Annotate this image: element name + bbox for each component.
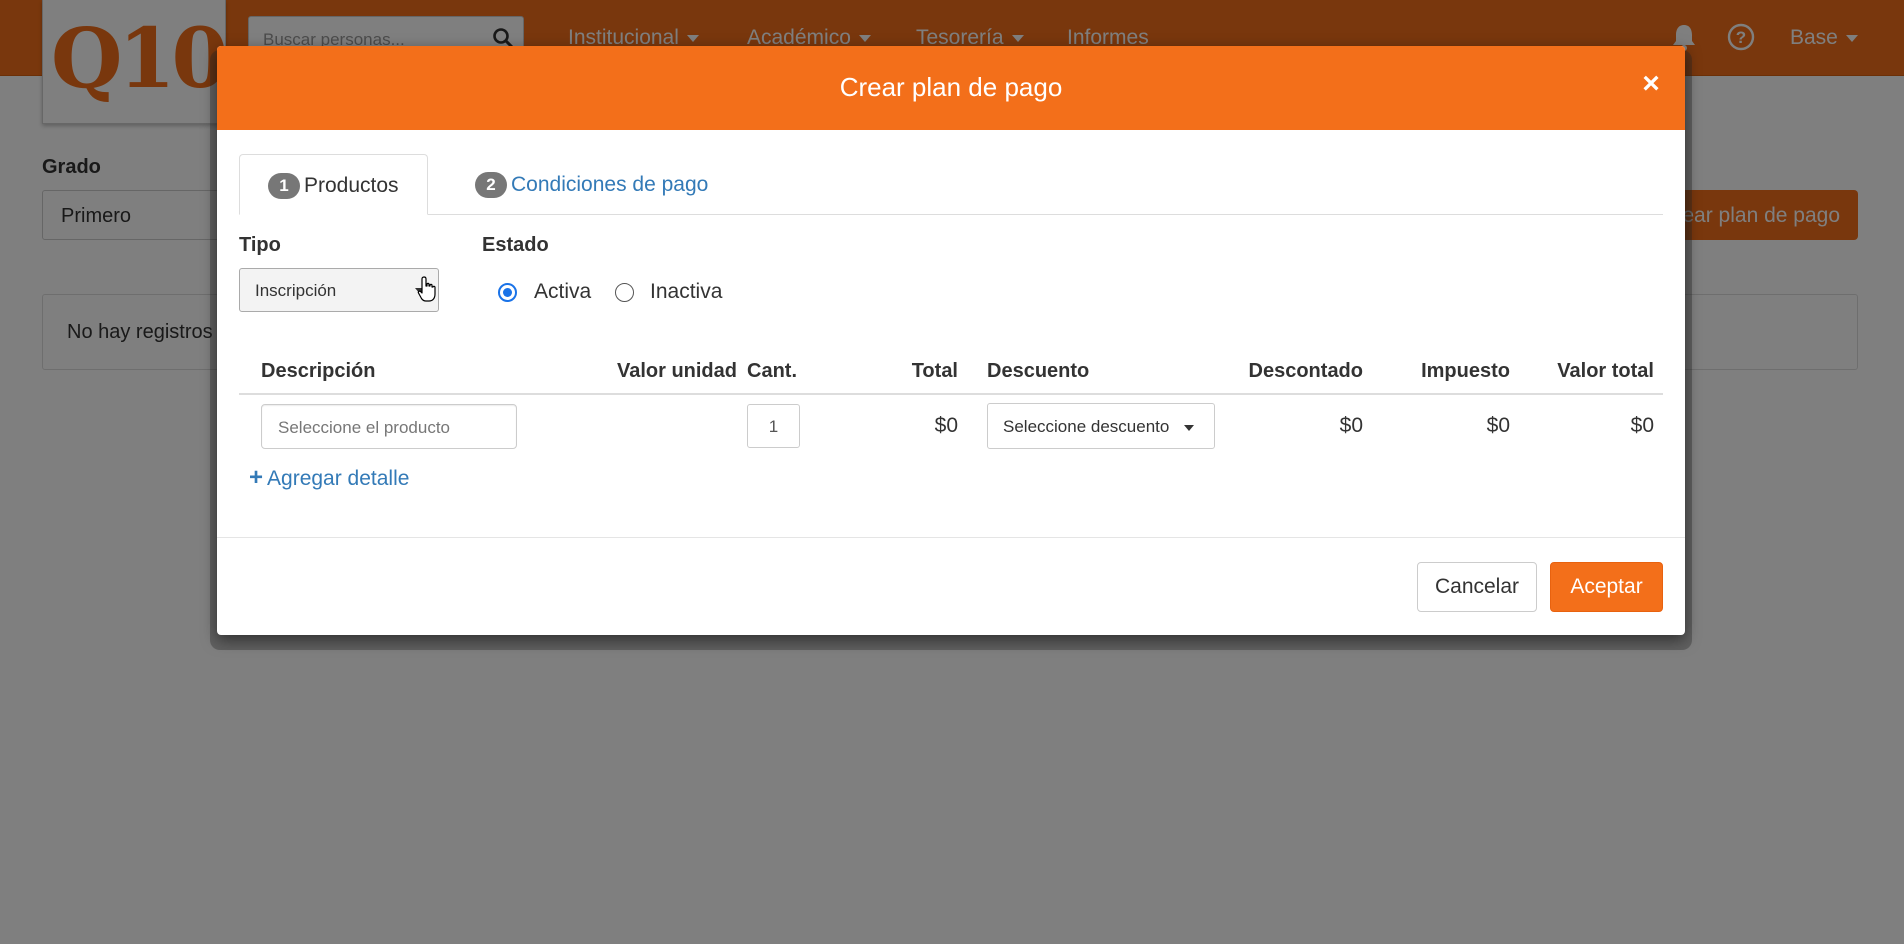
plus-icon: + [249, 464, 264, 491]
quantity-input[interactable]: 1 [747, 404, 800, 448]
col-descontado: Descontado [1248, 360, 1363, 382]
col-total: Total [911, 360, 958, 382]
col-valor-unidad: Valor unidad [616, 360, 737, 382]
add-detail-label: Agregar detalle [267, 467, 410, 490]
close-icon[interactable]: × [1635, 68, 1667, 100]
estado-inactiva-label[interactable]: Inactiva [650, 280, 722, 304]
cancel-button[interactable]: Cancelar [1417, 562, 1537, 612]
footer-divider [217, 537, 1685, 538]
row-tax: $0 [1486, 414, 1510, 437]
tipo-value: Inscripción [255, 281, 337, 300]
col-descripcion: Descripción [261, 360, 376, 382]
col-cantidad: Cant. [747, 360, 797, 382]
step-badge: 2 [475, 172, 507, 198]
row-total: $0 [934, 414, 958, 437]
quantity-value: 1 [768, 417, 779, 436]
col-impuesto: Impuesto [1421, 360, 1510, 382]
modal-header: Crear plan de pago × [217, 46, 1685, 130]
estado-label: Estado [482, 234, 549, 256]
tab-label: Productos [304, 174, 399, 197]
estado-activa-label[interactable]: Activa [534, 280, 591, 304]
row-grand-total: $0 [1630, 414, 1654, 437]
modal-title: Crear plan de pago [839, 72, 1063, 102]
table-header-divider [239, 393, 1663, 395]
estado-inactiva-radio[interactable] [615, 283, 634, 302]
product-placeholder: Seleccione el producto [278, 418, 451, 437]
col-valor-total: Valor total [1557, 360, 1654, 382]
tipo-select[interactable]: Inscripción [239, 268, 439, 312]
tab-label: Condiciones de pago [511, 173, 709, 196]
tab-condiciones-de-pago[interactable]: 2 Condiciones de pago [455, 154, 745, 215]
add-detail-link[interactable]: + Agregar detalle [249, 464, 409, 492]
row-discounted: $0 [1339, 414, 1363, 437]
hand-cursor-icon [417, 276, 436, 302]
tabs-divider [239, 214, 1663, 215]
tab-productos[interactable]: 1 Productos [239, 154, 428, 215]
product-input[interactable]: Seleccione el producto [261, 404, 517, 449]
accept-button[interactable]: Aceptar [1550, 562, 1663, 612]
step-badge: 1 [268, 173, 300, 199]
tipo-label: Tipo [239, 234, 281, 256]
discount-placeholder: Seleccione descuento [1003, 417, 1170, 436]
col-descuento: Descuento [987, 360, 1090, 382]
discount-select[interactable]: Seleccione descuento [987, 403, 1215, 449]
estado-activa-radio[interactable] [498, 283, 517, 302]
create-payment-plan-modal: Crear plan de pago × 1 Productos 2 Condici… [217, 46, 1685, 635]
caret-down-icon [1184, 425, 1194, 431]
